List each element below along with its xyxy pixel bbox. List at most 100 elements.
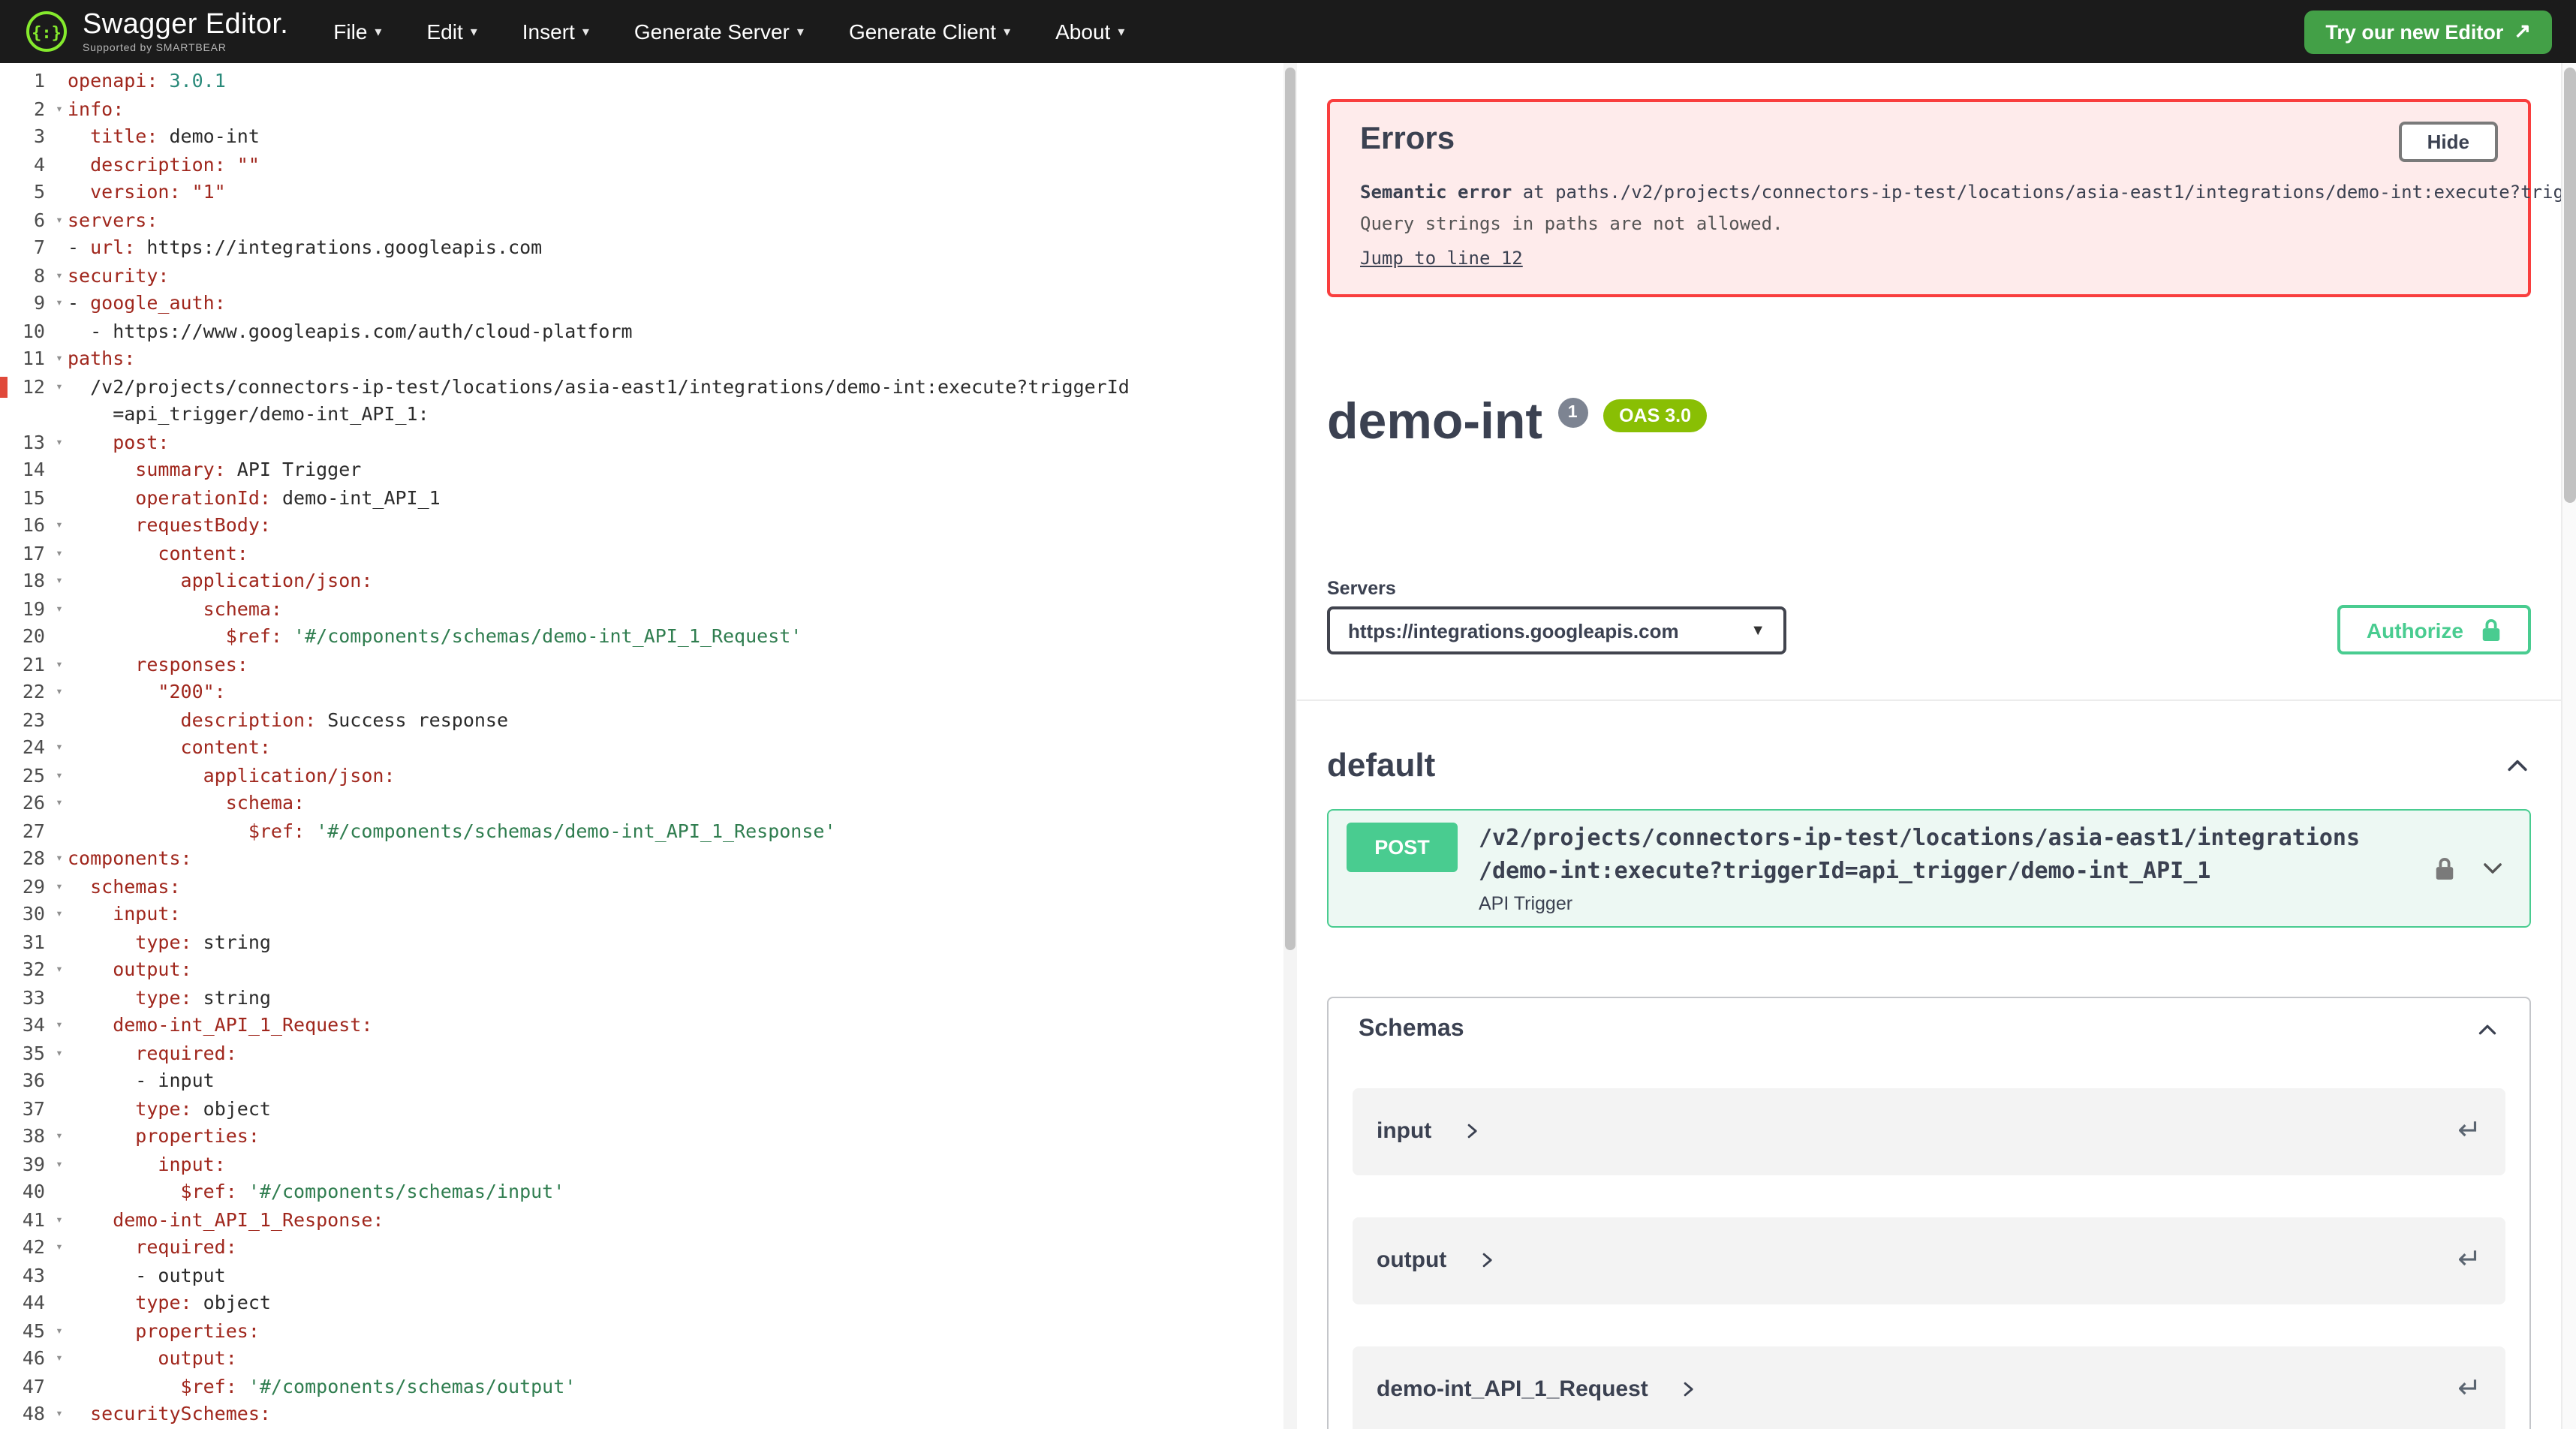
code-line[interactable]: 37 type: object — [0, 1095, 1283, 1123]
fold-icon[interactable]: ▾ — [51, 345, 68, 373]
model-row-demo-int_API_1_Request[interactable]: demo-int_API_1_Request ↵ — [1353, 1346, 2505, 1429]
fold-icon[interactable]: ▾ — [51, 262, 68, 290]
code-line[interactable]: 12 ▾ /v2/projects/connectors-ip-test/loca… — [0, 373, 1283, 401]
code-line[interactable]: 17 ▾ content: — [0, 540, 1283, 567]
menu-generate-server[interactable]: Generate Server ▾ — [634, 20, 804, 44]
code-line[interactable]: 32 ▾ output: — [0, 956, 1283, 984]
code-line[interactable]: 47 $ref: '#/components/schemas/output' — [0, 1373, 1283, 1400]
code-line[interactable]: 13 ▾ post: — [0, 429, 1283, 456]
fold-icon[interactable]: ▾ — [51, 1039, 68, 1067]
code-line[interactable]: 16 ▾ requestBody: — [0, 512, 1283, 540]
yaml-editor[interactable]: 1 openapi: 3.0.1 2 ▾ info: 3 title: demo-int 4… — [0, 63, 1283, 1429]
code-line[interactable]: 10 - https://www.googleapis.com/auth/clo… — [0, 317, 1283, 345]
code-line[interactable]: 40 $ref: '#/components/schemas/input' — [0, 1178, 1283, 1206]
code-line[interactable]: 23 description: Success response — [0, 706, 1283, 734]
code-line[interactable]: 31 type: string — [0, 928, 1283, 956]
fold-icon[interactable]: ▾ — [51, 1151, 68, 1178]
code-line[interactable]: 30 ▾ input: — [0, 901, 1283, 928]
try-new-editor-button[interactable]: Try our new Editor ↗ — [2304, 10, 2552, 53]
fold-icon[interactable]: ▾ — [51, 790, 68, 817]
editor-scrollbar-thumb[interactable] — [1285, 68, 1296, 950]
fold-icon[interactable]: ▾ — [51, 1012, 68, 1039]
fold-icon[interactable]: ▾ — [51, 512, 68, 540]
code-line[interactable]: 21 ▾ responses: — [0, 651, 1283, 678]
fold-icon[interactable]: ▾ — [51, 1317, 68, 1345]
fold-icon[interactable]: ▾ — [51, 845, 68, 873]
return-arrow-icon[interactable]: ↵ — [2457, 1372, 2481, 1406]
fold-icon[interactable]: ▾ — [51, 1123, 68, 1151]
menu-edit[interactable]: Edit ▾ — [426, 20, 477, 44]
tag-default-header[interactable]: default — [1327, 746, 2531, 785]
chevron-up-icon[interactable] — [2504, 752, 2531, 779]
code-line[interactable]: 5 version: "1" — [0, 179, 1283, 206]
code-line[interactable]: 7 - url: https://integrations.googleapis.… — [0, 234, 1283, 262]
fold-icon[interactable]: ▾ — [51, 290, 68, 317]
fold-icon[interactable]: ▾ — [51, 762, 68, 790]
code-line[interactable]: 44 type: object — [0, 1289, 1283, 1317]
page-scrollbar-thumb[interactable] — [2564, 68, 2576, 503]
model-row-input[interactable]: input ↵ — [1353, 1088, 2505, 1175]
code-line[interactable]: 25 ▾ application/json: — [0, 762, 1283, 790]
fold-icon[interactable]: ▾ — [51, 567, 68, 595]
schemas-header[interactable]: Schemas — [1329, 997, 2529, 1060]
fold-icon[interactable]: ▾ — [51, 1400, 68, 1428]
code-line[interactable]: 45 ▾ properties: — [0, 1317, 1283, 1345]
fold-icon[interactable]: ▾ — [51, 429, 68, 456]
fold-icon[interactable]: ▾ — [51, 873, 68, 901]
code-line[interactable]: 6 ▾ servers: — [0, 206, 1283, 234]
code-line[interactable]: 11 ▾ paths: — [0, 345, 1283, 373]
fold-icon[interactable]: ▾ — [51, 1206, 68, 1234]
code-line[interactable]: 46 ▾ output: — [0, 1345, 1283, 1373]
code-line[interactable]: 35 ▾ required: — [0, 1039, 1283, 1067]
code-line[interactable]: 29 ▾ schemas: — [0, 873, 1283, 901]
code-line[interactable]: 4 description: "" — [0, 151, 1283, 179]
chevron-up-icon[interactable] — [2475, 1017, 2499, 1041]
return-arrow-icon[interactable]: ↵ — [2457, 1114, 2481, 1148]
code-line[interactable]: 9 ▾ - google_auth: — [0, 290, 1283, 317]
authorize-button[interactable]: Authorize — [2337, 605, 2531, 654]
code-line[interactable]: 2 ▾ info: — [0, 95, 1283, 123]
fold-icon[interactable]: ▾ — [51, 595, 68, 623]
code-line[interactable]: 24 ▾ content: — [0, 734, 1283, 762]
menu-about[interactable]: About ▾ — [1055, 20, 1124, 44]
fold-icon[interactable]: ▾ — [51, 956, 68, 984]
menu-generate-client[interactable]: Generate Client ▾ — [849, 20, 1010, 44]
code-line[interactable]: 18 ▾ application/json: — [0, 567, 1283, 595]
fold-icon[interactable]: ▾ — [51, 373, 68, 401]
code-line[interactable]: 1 openapi: 3.0.1 — [0, 68, 1283, 95]
code-line[interactable]: 22 ▾ "200": — [0, 678, 1283, 706]
code-line[interactable]: 38 ▾ properties: — [0, 1123, 1283, 1151]
code-line[interactable]: 48 ▾ securitySchemes: — [0, 1400, 1283, 1428]
hide-errors-button[interactable]: Hide — [2398, 122, 2498, 162]
lock-icon[interactable] — [2433, 856, 2456, 881]
code-line[interactable]: 14 summary: API Trigger — [0, 456, 1283, 484]
code-line[interactable]: 20 $ref: '#/components/schemas/demo-int_… — [0, 623, 1283, 651]
fold-icon[interactable]: ▾ — [51, 1234, 68, 1262]
code-line[interactable]: 33 type: string — [0, 984, 1283, 1012]
fold-icon[interactable]: ▾ — [51, 651, 68, 678]
code-line[interactable]: 28 ▾ components: — [0, 845, 1283, 873]
chevron-down-icon[interactable] — [2480, 856, 2505, 881]
fold-icon[interactable]: ▾ — [51, 678, 68, 706]
code-line[interactable]: 43 - output — [0, 1262, 1283, 1289]
code-line[interactable]: 27 $ref: '#/components/schemas/demo-int_… — [0, 817, 1283, 845]
menu-file[interactable]: File ▾ — [333, 20, 381, 44]
code-line[interactable]: =api_trigger/demo-int_API_1: — [0, 401, 1283, 429]
fold-icon[interactable]: ▾ — [51, 901, 68, 928]
menu-insert[interactable]: Insert ▾ — [522, 20, 589, 44]
code-line[interactable]: 42 ▾ required: — [0, 1234, 1283, 1262]
code-line[interactable]: 8 ▾ security: — [0, 262, 1283, 290]
fold-icon[interactable]: ▾ — [51, 95, 68, 123]
fold-icon[interactable]: ▾ — [51, 540, 68, 567]
chevron-right-icon[interactable] — [1476, 1250, 1496, 1270]
opblock-post[interactable]: POST /v2/projects/connectors-ip-test/loc… — [1327, 809, 2531, 927]
code-line[interactable]: 15 operationId: demo-int_API_1 — [0, 484, 1283, 512]
code-line[interactable]: 19 ▾ schema: — [0, 595, 1283, 623]
code-line[interactable]: 34 ▾ demo-int_API_1_Request: — [0, 1012, 1283, 1039]
code-line[interactable]: 39 ▾ input: — [0, 1151, 1283, 1178]
code-line[interactable]: 36 - input — [0, 1067, 1283, 1095]
fold-icon[interactable]: ▾ — [51, 206, 68, 234]
model-row-output[interactable]: output ↵ — [1353, 1217, 2505, 1304]
return-arrow-icon[interactable]: ↵ — [2457, 1243, 2481, 1277]
code-line[interactable]: 3 title: demo-int — [0, 123, 1283, 151]
